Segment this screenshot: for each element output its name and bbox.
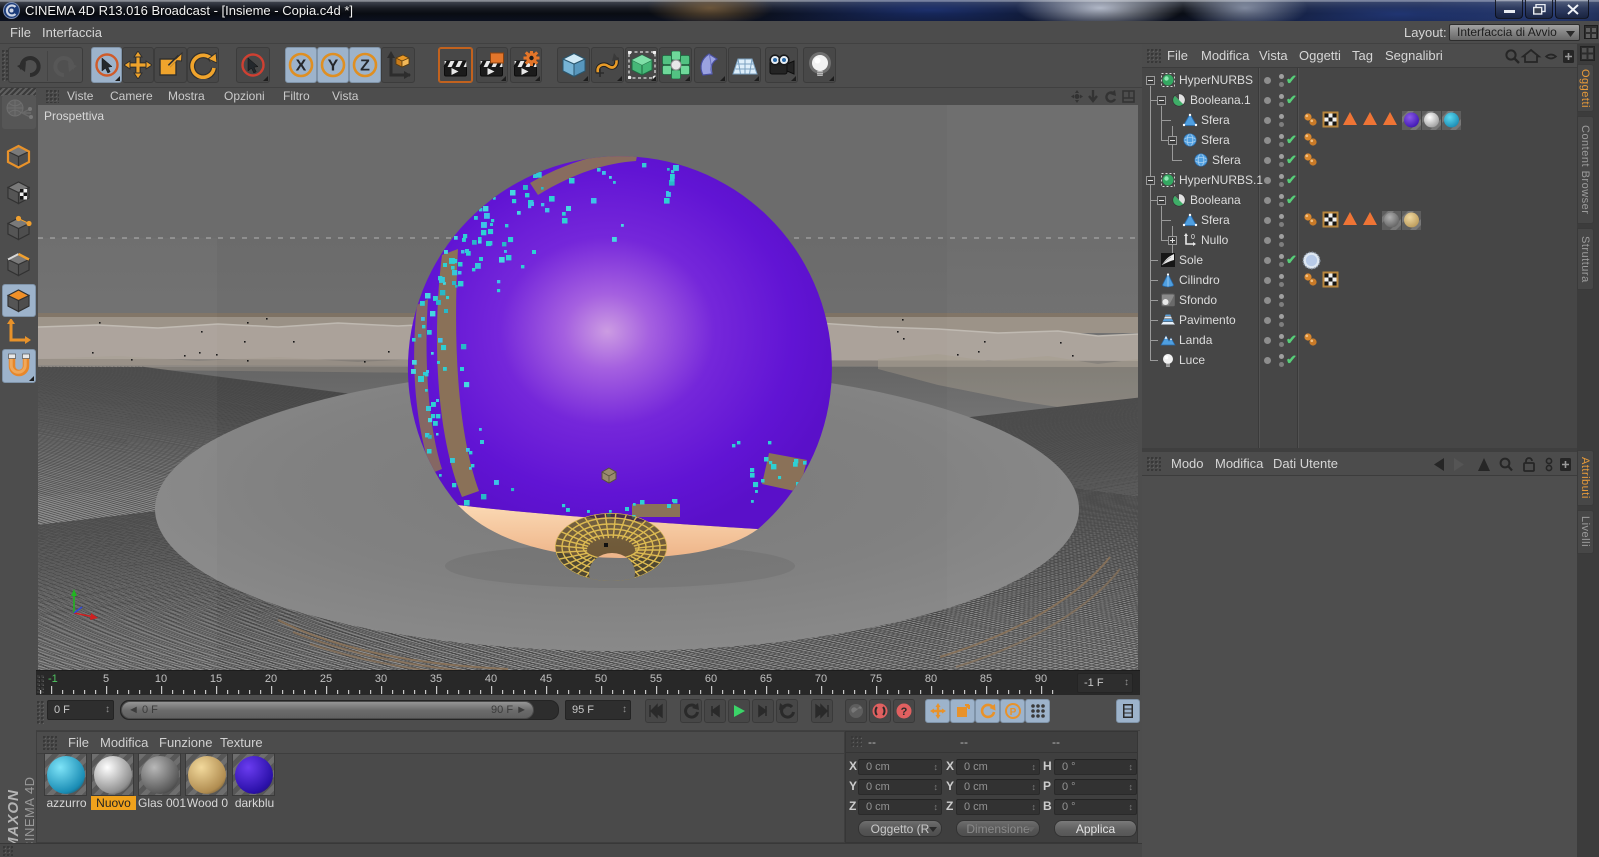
svg-text:0: 0 xyxy=(1191,234,1195,241)
svg-text:Z: Z xyxy=(360,58,370,75)
svg-text:Y: Y xyxy=(328,58,339,75)
svg-text:X: X xyxy=(296,58,307,75)
svg-text:MAXON: MAXON xyxy=(5,789,22,850)
svg-text:?: ? xyxy=(901,706,908,718)
svg-text:P: P xyxy=(1009,707,1016,718)
svg-text:CINEMA 4D: CINEMA 4D xyxy=(22,776,36,851)
